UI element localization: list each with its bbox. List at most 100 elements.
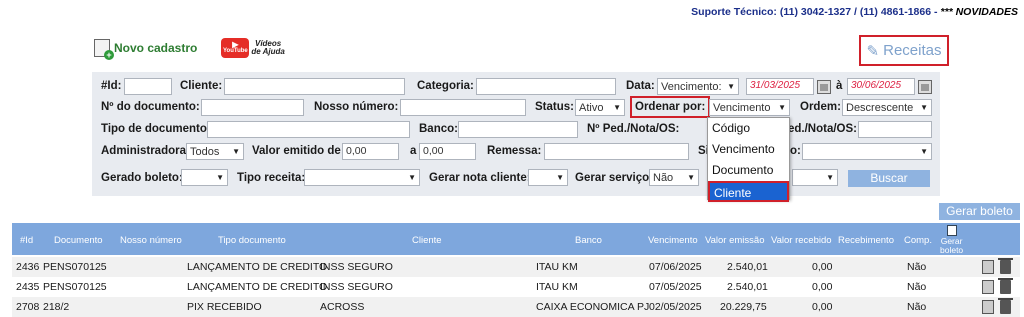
tipo-doc-input[interactable] <box>207 121 410 138</box>
dropdown-option-vencimento[interactable]: Vencimento <box>708 139 789 160</box>
table-row[interactable]: 2436 PENS070125 LANÇAMENTO DE CREDITO IN… <box>12 257 1020 277</box>
cell-tipo: LANÇAMENTO DE CREDITO <box>187 261 328 273</box>
categoria-input[interactable] <box>476 78 616 95</box>
valor-from-input[interactable]: 0,00 <box>342 143 399 160</box>
ordem-value: Descrescente <box>846 101 914 114</box>
extra-select[interactable]: ▼ <box>792 169 838 186</box>
col-cliente[interactable]: Cliente <box>412 235 442 246</box>
dropdown-option-documento[interactable]: Documento <box>708 160 789 181</box>
col-id[interactable]: #Id <box>20 235 33 246</box>
banco-input[interactable] <box>458 121 578 138</box>
cell-vencimento: 07/06/2025 <box>649 261 702 273</box>
new-document-icon <box>94 39 114 60</box>
id-input[interactable] <box>124 78 172 95</box>
col-tipo-documento[interactable]: Tipo documento <box>218 235 286 246</box>
cell-comp: Não <box>907 281 927 293</box>
calendar-icon[interactable] <box>918 80 932 94</box>
trash-icon[interactable] <box>998 258 1013 274</box>
col-recebimento[interactable]: Recebimento <box>838 235 894 246</box>
novo-cadastro-label: Novo cadastro <box>114 41 198 55</box>
document-icon[interactable] <box>982 260 994 274</box>
videos-ajuda-button[interactable]: ▶ YouTube Vídeos de Ajuda <box>221 38 285 58</box>
dropdown-option-cliente[interactable]: Cliente <box>708 181 789 202</box>
chevron-down-icon: ▼ <box>920 103 928 112</box>
situacao-select[interactable]: ▼ <box>802 143 932 160</box>
calendar-icon[interactable] <box>817 80 831 94</box>
tipo-receita-select[interactable]: ▼ <box>304 169 420 186</box>
youtube-label: YouTube <box>222 48 248 54</box>
novo-cadastro-button[interactable]: Novo cadastro <box>94 39 198 60</box>
status-select[interactable]: Ativo ▼ <box>575 99 625 116</box>
chevron-down-icon: ▼ <box>556 173 564 182</box>
gerar-boleto-button[interactable]: Gerar boleto <box>939 203 1020 220</box>
col-vencimento[interactable]: Vencimento <box>648 235 698 246</box>
status-label: Status: <box>535 101 574 113</box>
table-row[interactable]: 2435 PENS070125 LANÇAMENTO DE CREDITO IN… <box>12 277 1020 297</box>
cell-comp: Não <box>907 261 927 273</box>
receitas-button[interactable]: ✎ Receitas <box>859 35 949 66</box>
remessa-input[interactable] <box>544 143 689 160</box>
row-actions <box>982 278 1013 294</box>
valor-to-input[interactable]: 0,00 <box>419 143 476 160</box>
youtube-icon: ▶ YouTube <box>221 38 250 58</box>
document-icon[interactable] <box>982 300 994 314</box>
document-icon[interactable] <box>982 280 994 294</box>
chevron-down-icon: ▼ <box>216 173 224 182</box>
ordenar-dropdown: Código Vencimento Documento Cliente <box>707 117 790 202</box>
gerar-servico-label: Gerar serviço: <box>575 172 653 184</box>
ordem-select[interactable]: Descrescente ▼ <box>842 99 932 116</box>
gerado-boleto-select[interactable]: ▼ <box>181 169 228 186</box>
chevron-down-icon: ▼ <box>727 82 735 91</box>
ped2-label: ed./Nota/OS: <box>788 123 858 135</box>
dropdown-option-codigo[interactable]: Código <box>708 118 789 139</box>
chevron-down-icon: ▼ <box>232 147 240 156</box>
table-row[interactable]: 2708 218/2 PIX RECEBIDO ACROSS CAIXA ECO… <box>12 297 1020 317</box>
col-nosso-numero[interactable]: Nosso número <box>120 235 182 246</box>
gerar-servico-value: Não <box>653 171 674 184</box>
data-type-select[interactable]: Vencimento: ▼ <box>657 78 739 95</box>
col-gerar-boleto[interactable]: Gerar boleto <box>940 225 963 255</box>
col-documento[interactable]: Documento <box>54 235 103 246</box>
categoria-label: Categoria: <box>417 80 474 92</box>
chevron-down-icon: ▼ <box>920 147 928 156</box>
cell-cliente: INSS SEGURO <box>320 281 393 293</box>
col-valor-emissao[interactable]: Valor emissão <box>705 235 765 246</box>
cliente-label: Cliente: <box>180 80 223 92</box>
cell-valor-emissao: 20.229,75 <box>720 301 767 313</box>
num-doc-label: Nº do documento: <box>101 101 200 113</box>
ordenar-select[interactable]: Vencimento ▼ <box>709 99 790 116</box>
cell-cliente: ACROSS <box>320 301 365 313</box>
col-comp[interactable]: Comp. <box>904 235 932 246</box>
col-gerar-line-2: boleto <box>940 245 964 255</box>
cell-vencimento: 02/05/2025 <box>649 301 702 313</box>
date-to-input[interactable]: 30/06/2025 <box>847 78 915 95</box>
num-doc-input[interactable] <box>201 99 304 116</box>
col-valor-recebido[interactable]: Valor recebido <box>771 235 832 246</box>
gerar-servico-select[interactable]: Não ▼ <box>649 169 699 186</box>
trash-icon[interactable] <box>998 278 1013 294</box>
ordenar-label: Ordenar por: <box>635 101 706 113</box>
ordenar-value: Vencimento <box>713 101 771 114</box>
chevron-down-icon: ▼ <box>826 173 834 182</box>
ped-input[interactable] <box>858 121 932 138</box>
tipo-doc-label: Tipo de documento: <box>101 123 211 135</box>
cell-banco: ITAU KM <box>536 261 578 273</box>
buscar-button[interactable]: Buscar <box>848 170 930 187</box>
cell-comp: Não <box>907 301 927 313</box>
gerar-nota-label: Gerar nota cliente: <box>429 172 531 184</box>
administradora-select[interactable]: Todos ▼ <box>186 143 244 160</box>
cliente-input[interactable] <box>224 78 405 95</box>
col-banco[interactable]: Banco <box>575 235 602 246</box>
support-info: Suporte Técnico: (11) 3042-1327 / (11) 4… <box>691 6 1018 18</box>
chevron-down-icon: ▼ <box>687 173 695 182</box>
cell-id: 2436 <box>16 261 40 273</box>
trash-icon[interactable] <box>998 298 1013 314</box>
date-from-input[interactable]: 31/03/2025 <box>746 78 814 95</box>
nosso-numero-input[interactable] <box>400 99 526 116</box>
row-actions <box>982 298 1013 314</box>
gerar-nota-select[interactable]: ▼ <box>528 169 568 186</box>
novidades-link[interactable]: *** NOVIDADES <box>940 6 1018 18</box>
chevron-down-icon: ▼ <box>778 103 786 112</box>
valor-label: Valor emitido de: <box>252 145 345 157</box>
cell-banco: ITAU KM <box>536 281 578 293</box>
